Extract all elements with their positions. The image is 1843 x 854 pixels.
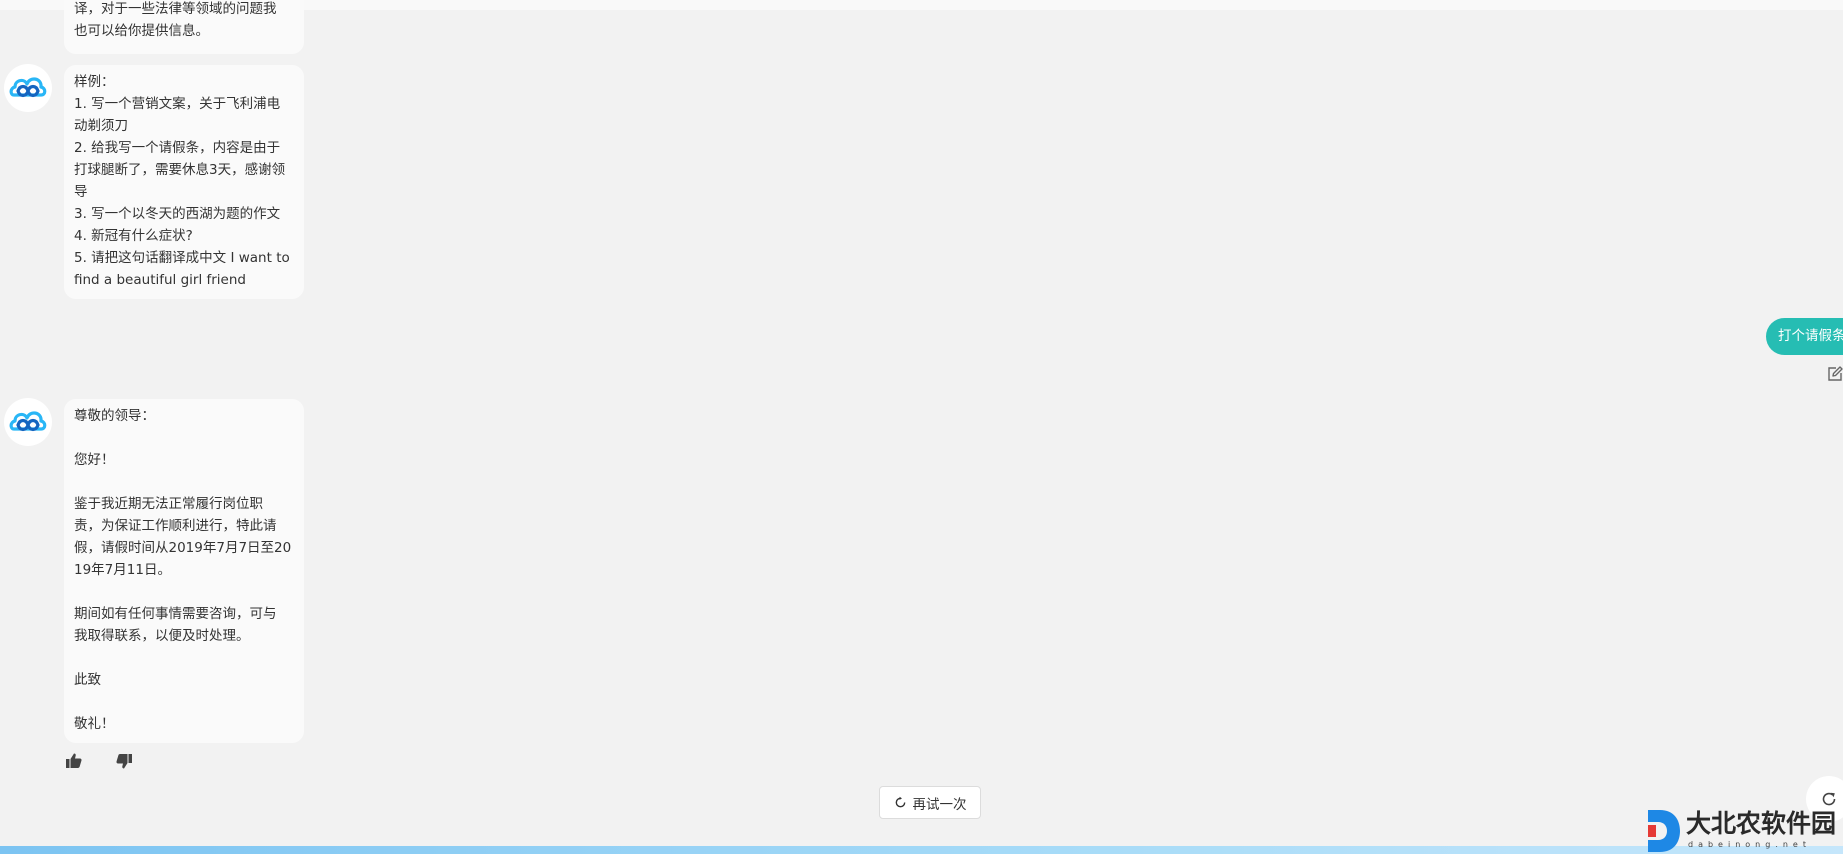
message-line — [74, 647, 304, 669]
watermark-name: 大北农软件园 — [1686, 809, 1837, 838]
watermark-logo-icon — [1648, 810, 1680, 852]
message-line: 您好！ — [74, 452, 115, 468]
chat-area: 译，对于一些法律等领域的问题我 也可以给你提供信息。 样例： 1. 写一个营销文… — [0, 0, 1843, 846]
edit-message-button[interactable] — [1827, 366, 1843, 382]
message-line: 样例： — [74, 74, 115, 90]
message-line: 我取得联系，以便及时处理。 — [74, 628, 250, 644]
bot-avatar — [4, 64, 52, 112]
message-line: 打球腿断了，需要休息3天，感谢领 — [74, 162, 286, 178]
message-line — [74, 581, 304, 603]
message-line: find a beautiful girl friend — [74, 272, 246, 288]
message-line: 此致 — [74, 672, 101, 688]
watermark-subtitle: dabeinong.net — [1688, 840, 1811, 849]
user-message: 打个请假条 — [1766, 318, 1843, 355]
message-line: 鉴于我近期无法正常履行岗位职 — [74, 496, 263, 512]
bot-avatar — [4, 398, 52, 446]
message-line: 导 — [74, 184, 88, 200]
message-line: 2. 给我写一个请假条，内容是由于 — [74, 140, 281, 156]
message-line: 译，对于一些法律等领域的问题我 — [74, 1, 277, 17]
retry-button-label: 再试一次 — [912, 796, 967, 813]
message-line: 动剃须刀 — [74, 118, 128, 134]
bot-message-intro: 译，对于一些法律等领域的问题我 也可以给你提供信息。 — [64, 0, 304, 54]
message-line: 期间如有任何事情需要咨询，可与 — [74, 606, 277, 622]
cloud-logo-icon — [9, 77, 47, 98]
watermark: 大北农软件园 dabeinong.net — [1644, 806, 1843, 854]
bottom-bar — [0, 846, 1843, 854]
message-line: 5. 请把这句话翻译成中文 I want to — [74, 250, 290, 266]
message-line: 假，请假时间从2019年7月7日至20 — [74, 540, 292, 556]
message-line: 敬礼！ — [74, 716, 115, 732]
message-line: 3. 写一个以冬天的西湖为题的作文 — [74, 206, 281, 222]
message-line: 1. 写一个营销文案，关于飞利浦电 — [74, 96, 281, 112]
dislike-button[interactable] — [115, 752, 133, 770]
cloud-logo-icon — [9, 411, 47, 432]
message-line: 也可以给你提供信息。 — [74, 23, 209, 39]
message-line: 尊敬的领导： — [74, 408, 155, 424]
message-line — [74, 471, 304, 493]
edit-icon — [1828, 366, 1843, 381]
retry-button[interactable]: 再试一次 — [879, 786, 981, 819]
thumbs-down-icon — [116, 754, 132, 769]
message-line — [74, 691, 304, 713]
like-button[interactable] — [65, 752, 83, 770]
refresh-icon — [895, 796, 905, 808]
message-line — [74, 427, 304, 449]
message-line: 责，为保证工作顺利进行，特此请 — [74, 518, 277, 534]
thumbs-up-icon — [66, 753, 82, 768]
bot-message-examples: 样例： 1. 写一个营销文案，关于飞利浦电 动剃须刀 2. 给我写一个请假条，内… — [64, 65, 304, 299]
message-line: 4. 新冠有什么症状? — [74, 228, 193, 244]
message-line: 19年7月11日。 — [74, 562, 171, 578]
bot-message-reply: 尊敬的领导： 您好！ 鉴于我近期无法正常履行岗位职 责，为保证工作顺利进行，特此… — [64, 399, 304, 743]
